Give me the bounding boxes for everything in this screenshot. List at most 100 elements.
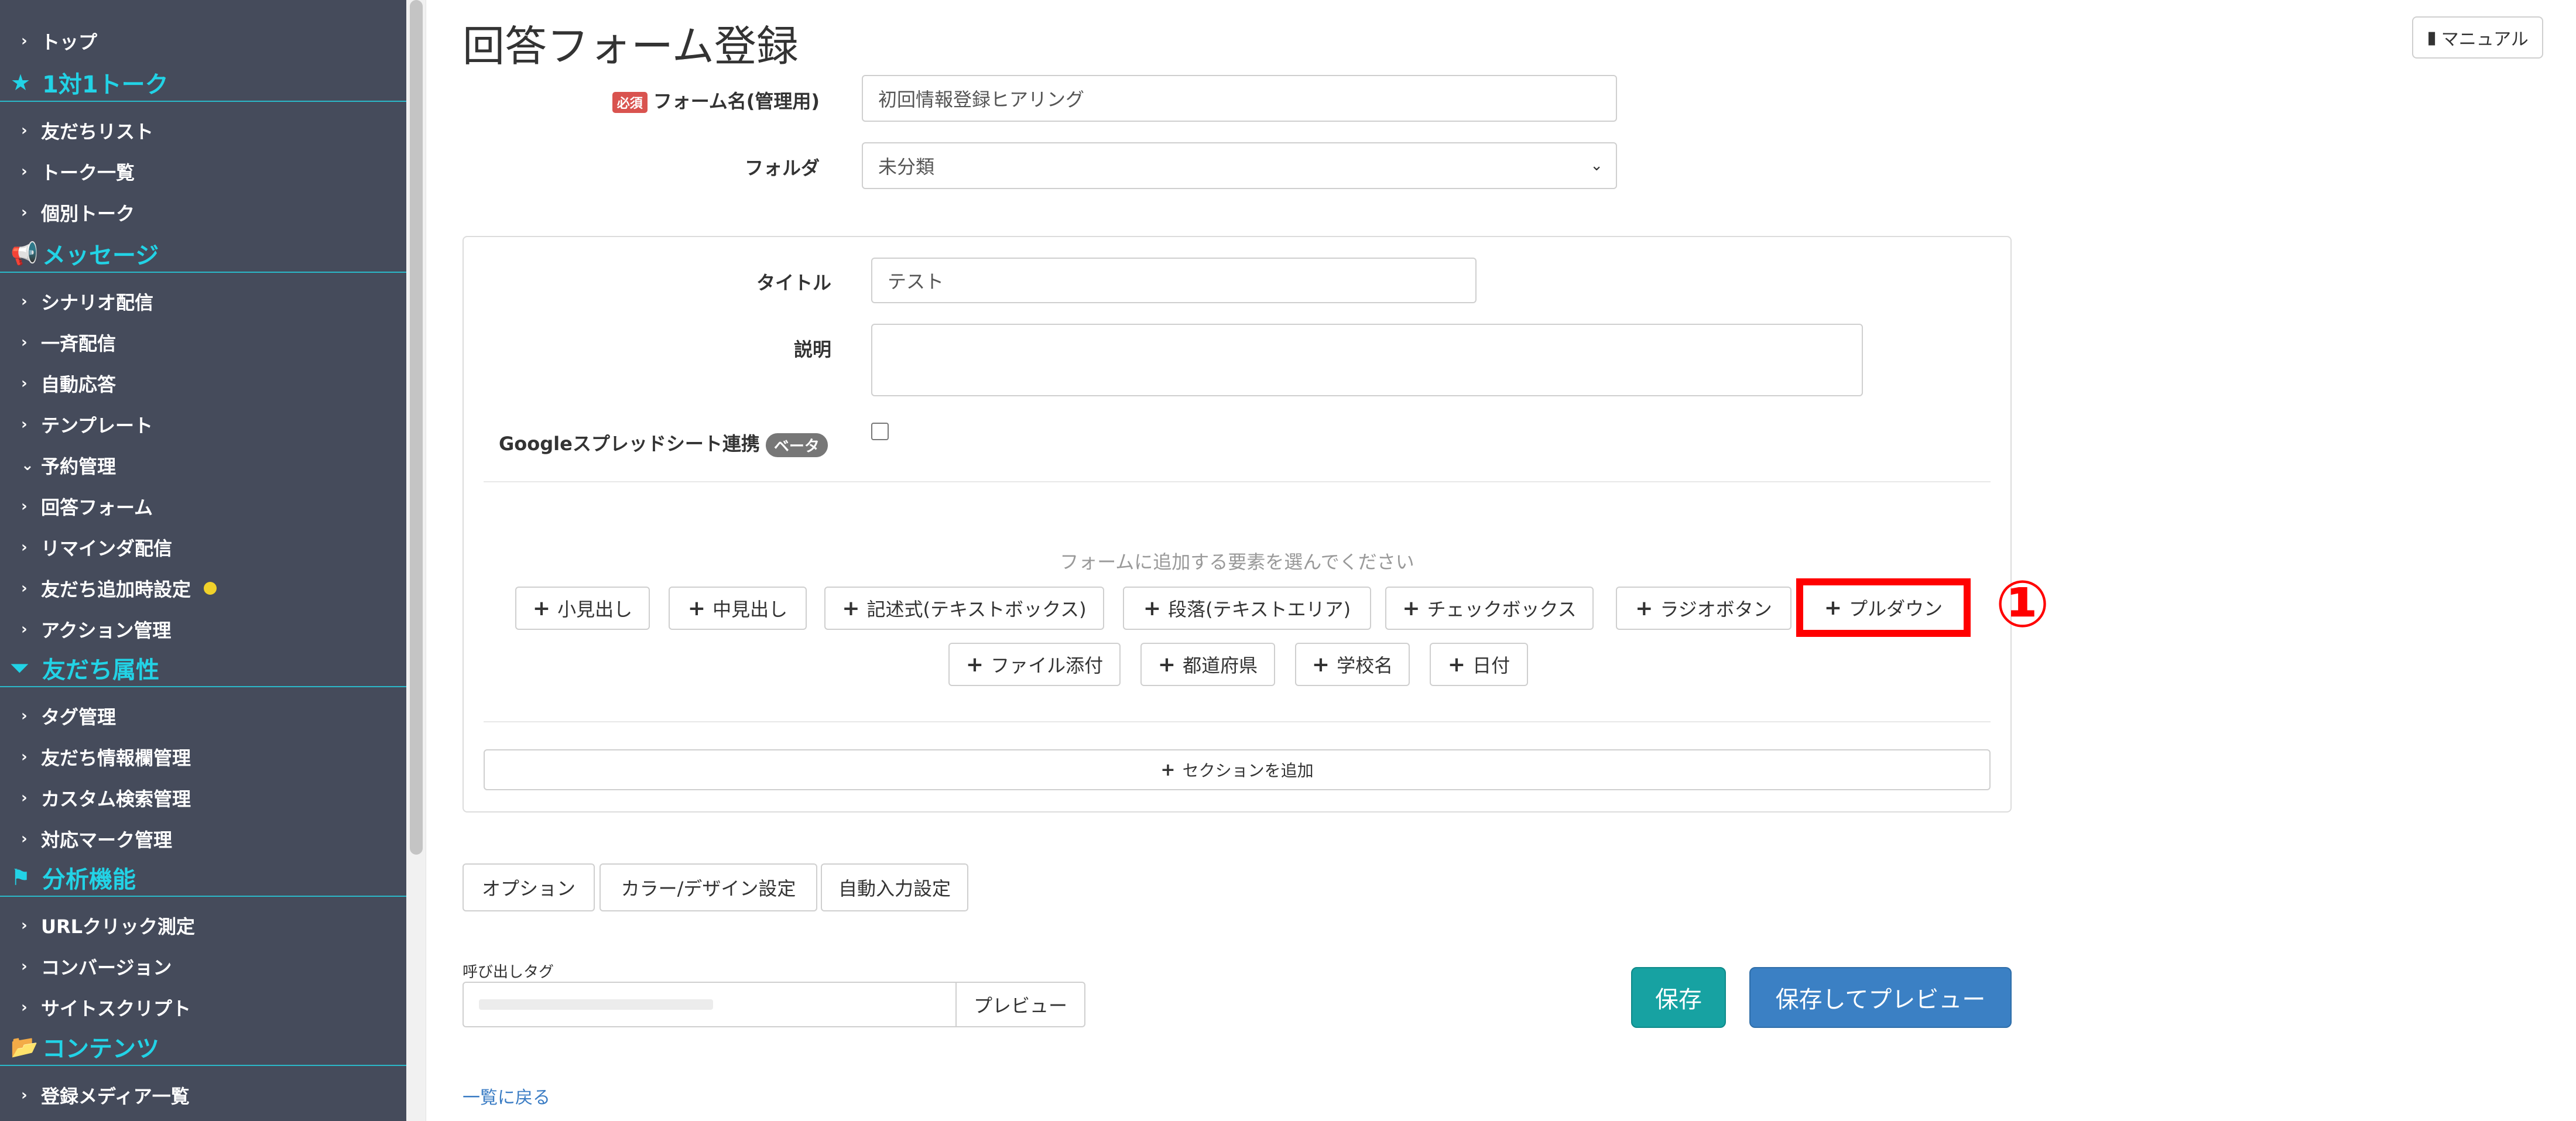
step-marker: ①: [1995, 567, 2050, 642]
chevron-right-icon: ›: [21, 958, 28, 975]
plus-icon: +: [1635, 596, 1653, 621]
sidebar-item-site-script[interactable]: › サイトスクリプト: [0, 991, 406, 1024]
book-icon: ▮: [2427, 27, 2437, 48]
sidebar-section-analytics[interactable]: ⚑ 分析機能: [0, 859, 406, 897]
add-small-heading-button[interactable]: + 小見出し: [515, 587, 650, 630]
chevron-right-icon: ›: [21, 830, 28, 848]
sidebar-scrollbar-thumb[interactable]: [410, 0, 423, 855]
chevron-right-icon: ›: [21, 204, 28, 221]
megaphone-icon: 📢: [11, 240, 39, 266]
options-button[interactable]: オプション: [463, 863, 595, 911]
folder-select[interactable]: 未分類 ⌄: [862, 142, 1617, 189]
chevron-down-icon: ⌄: [1590, 157, 1603, 174]
sidebar-item-template[interactable]: › テンプレート: [0, 408, 406, 441]
sidebar-item-individual-talk[interactable]: › 個別トーク: [0, 196, 406, 229]
description-textarea[interactable]: [871, 324, 1863, 396]
sidebar-item-mark[interactable]: › 対応マーク管理: [0, 822, 406, 855]
add-section-button[interactable]: + セクションを追加: [484, 749, 1991, 790]
google-sheets-checkbox[interactable]: [871, 423, 889, 440]
add-prefecture-button[interactable]: + 都道府県: [1140, 643, 1275, 686]
sidebar-item-custom-search[interactable]: › カスタム検索管理: [0, 781, 406, 814]
sidebar-section-contents[interactable]: 📂 コンテンツ: [0, 1029, 406, 1066]
chevron-right-icon: ›: [21, 748, 28, 766]
add-textbox-button[interactable]: + 記述式(テキストボックス): [824, 587, 1104, 630]
tag-preview-button[interactable]: プレビュー: [955, 982, 1085, 1027]
sidebar-section-message[interactable]: 📢 メッセージ: [0, 235, 406, 273]
plus-icon: +: [532, 596, 551, 621]
add-radio-button[interactable]: + ラジオボタン: [1616, 587, 1791, 630]
star-icon: ★: [11, 70, 31, 95]
sidebar-item-friend-list[interactable]: › 友だちリスト: [0, 114, 406, 147]
plus-icon: +: [1160, 759, 1176, 780]
plus-icon: +: [1447, 652, 1466, 677]
chevron-right-icon: ›: [21, 999, 28, 1016]
back-to-list-link[interactable]: 一覧に戻る: [463, 1083, 550, 1109]
sidebar-item-url-click[interactable]: › URLクリック測定: [0, 909, 406, 942]
sidebar-item-tag[interactable]: › タグ管理: [0, 700, 406, 732]
add-pulldown-button[interactable]: + プルダウン: [1796, 578, 1971, 637]
call-tag-input[interactable]: [463, 982, 958, 1027]
sidebar-item-top[interactable]: › トップ: [0, 25, 406, 57]
plus-icon: +: [842, 596, 860, 621]
google-sheets-label: Googleスプレッドシート連携 ベータ: [499, 429, 828, 457]
add-textarea-button[interactable]: + 段落(テキストエリア): [1123, 587, 1371, 630]
sidebar-item-friend-info[interactable]: › 友だち情報欄管理: [0, 741, 406, 773]
blurred-tag-value: [479, 999, 713, 1010]
sidebar-item-answer-form[interactable]: › 回答フォーム: [0, 490, 406, 523]
autofill-settings-button[interactable]: 自動入力設定: [821, 863, 968, 911]
sidebar-item-action[interactable]: › アクション管理: [0, 613, 406, 646]
add-element-hint: フォームに追加する要素を選んでください: [1060, 551, 1414, 573]
manual-button[interactable]: ▮ マニュアル: [2412, 16, 2543, 59]
add-date-button[interactable]: + 日付: [1430, 643, 1528, 686]
chevron-down-icon: ⌄: [21, 457, 34, 474]
sidebar-item-friend-add-settings[interactable]: › 友だち追加時設定: [0, 572, 406, 605]
sidebar-item-broadcast[interactable]: › 一斉配信: [0, 326, 406, 359]
divider: [484, 721, 1991, 722]
form-name-input[interactable]: 初回情報登録ヒアリング: [862, 75, 1617, 122]
sidebar-item-reservation[interactable]: ⌄ 予約管理: [0, 449, 406, 482]
chevron-right-icon: ›: [21, 789, 28, 807]
add-school-button[interactable]: + 学校名: [1295, 643, 1410, 686]
chevron-right-icon: ›: [21, 917, 28, 934]
form-section-panel: [463, 236, 2012, 813]
add-file-button[interactable]: + ファイル添付: [948, 643, 1121, 686]
call-tag-label: 呼び出しタグ: [463, 964, 554, 981]
chevron-right-icon: ›: [21, 539, 28, 556]
chevron-right-icon: ›: [21, 498, 28, 515]
plus-icon: +: [1157, 652, 1176, 677]
chevron-right-icon: ›: [21, 163, 28, 180]
folder-label: フォルダ: [744, 157, 820, 179]
page-title: 回答フォーム登録: [463, 22, 799, 71]
plus-icon: +: [1143, 596, 1162, 621]
plus-icon: +: [1402, 596, 1420, 621]
plus-icon: +: [1824, 595, 1842, 620]
sidebar-item-conversion[interactable]: › コンバージョン: [0, 950, 406, 983]
sidebar-item-auto-reply[interactable]: › 自動応答: [0, 367, 406, 400]
save-and-preview-button[interactable]: 保存してプレビュー: [1749, 967, 2012, 1028]
plus-icon: +: [687, 596, 706, 621]
sidebar-section-talk[interactable]: ★ 1対1トーク: [0, 64, 406, 102]
folder-open-icon: 📂: [11, 1033, 39, 1060]
filter-icon: ⏷: [11, 654, 29, 681]
color-design-button[interactable]: カラー/デザイン設定: [600, 863, 817, 911]
save-button[interactable]: 保存: [1631, 967, 1726, 1028]
sidebar-item-reminder[interactable]: › リマインダ配信: [0, 531, 406, 564]
required-badge: 必須: [612, 92, 648, 113]
sidebar: › トップ ★ 1対1トーク › 友だちリスト › トーク一覧 › 個別トーク 📢 メッセー…: [0, 0, 406, 1121]
chevron-right-icon: ›: [21, 1086, 28, 1104]
chevron-right-icon: ›: [21, 416, 28, 433]
sidebar-item-scenario[interactable]: › シナリオ配信: [0, 285, 406, 318]
notification-dot: [204, 582, 217, 595]
chevron-right-icon: ›: [21, 293, 28, 310]
title-input[interactable]: テスト: [871, 258, 1477, 303]
sidebar-item-talk-list[interactable]: › トーク一覧: [0, 155, 406, 188]
sidebar-item-media[interactable]: › 登録メディア一覧: [0, 1079, 406, 1112]
chevron-right-icon: ›: [21, 707, 28, 725]
form-name-label: 必須 フォーム名(管理用): [527, 87, 820, 114]
add-checkbox-button[interactable]: + チェックボックス: [1385, 587, 1594, 630]
chevron-right-icon: ›: [21, 580, 28, 597]
chevron-right-icon: ›: [21, 621, 28, 638]
chevron-right-icon: ›: [21, 334, 28, 351]
add-medium-heading-button[interactable]: + 中見出し: [669, 587, 807, 630]
sidebar-section-friend-attributes[interactable]: ⏷ 友だち属性: [0, 650, 406, 687]
